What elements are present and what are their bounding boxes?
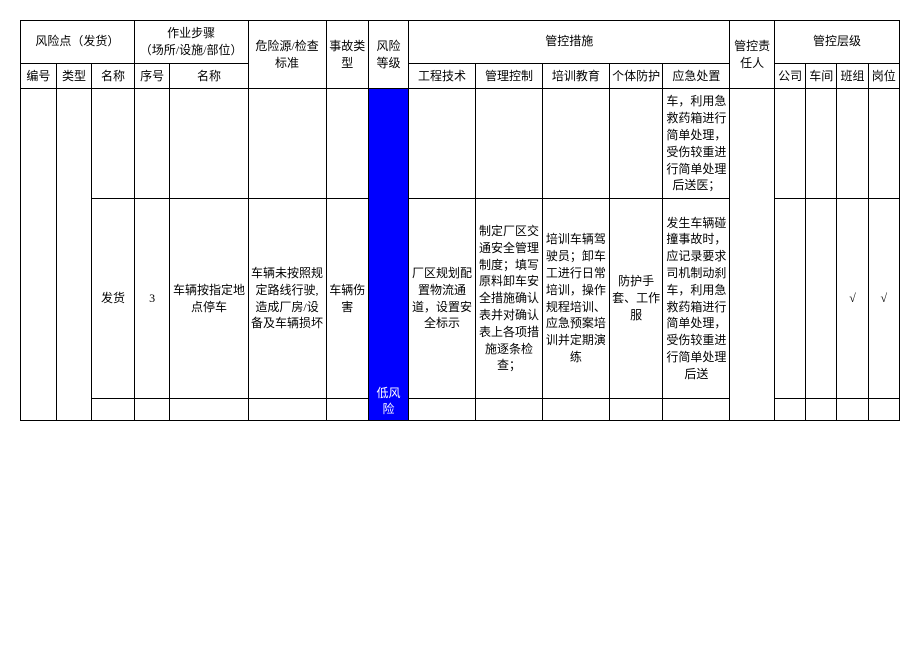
- header-post: 岗位: [868, 63, 899, 89]
- header-hazard-check: 危险源/检查标准: [248, 21, 326, 89]
- cell-post: [868, 89, 899, 199]
- header-name: 名称: [92, 63, 134, 89]
- cell-num: [21, 89, 57, 421]
- cell-team: √: [837, 199, 868, 399]
- header-accident-type: 事故类型: [326, 21, 368, 89]
- table-row: 低风险 车，利用急救药箱进行简单处理，受伤较重进行简单处理后送医；: [21, 89, 900, 199]
- header-workshop: 车间: [806, 63, 837, 89]
- cell-engineering: [409, 399, 476, 421]
- cell-seq: [134, 89, 170, 199]
- cell-management: 制定厂区交通安全管理制度；填写原料卸车安全措施确认表并对确认表上各项措施逐条检查…: [476, 199, 543, 399]
- header-step-name: 名称: [170, 63, 248, 89]
- header-emergency: 应急处置: [663, 63, 730, 89]
- cell-company: [774, 199, 805, 399]
- header-control-measures: 管控措施: [409, 21, 730, 64]
- cell-risk-level: 低风险: [368, 89, 408, 421]
- header-ppe: 个体防护: [609, 63, 663, 89]
- cell-ppe: [609, 89, 663, 199]
- header-team: 班组: [837, 63, 868, 89]
- cell-name: [92, 399, 134, 421]
- cell-engineering: 厂区规划配置物流通道，设置安全标示: [409, 199, 476, 399]
- cell-management: [476, 89, 543, 199]
- cell-emergency: [663, 399, 730, 421]
- cell-emergency: 车，利用急救药箱进行简单处理，受伤较重进行简单处理后送医；: [663, 89, 730, 199]
- header-risk-point: 风险点（发货）: [21, 21, 135, 64]
- header-engineering: 工程技术: [409, 63, 476, 89]
- cell-step-name: [170, 89, 248, 199]
- cell-seq: 3: [134, 199, 170, 399]
- cell-company: [774, 89, 805, 199]
- header-seq: 序号: [134, 63, 170, 89]
- header-risk-level: 风险等级: [368, 21, 408, 89]
- cell-training: [542, 399, 609, 421]
- cell-training: 培训车辆驾驶员；卸车工进行日常培训，操作规程培训、应急预案培训并定期演练: [542, 199, 609, 399]
- header-company: 公司: [774, 63, 805, 89]
- header-work-steps: 作业步骤 （场所/设施/部位）: [134, 21, 248, 64]
- cell-team: [837, 399, 868, 421]
- cell-step-name: 车辆按指定地点停车: [170, 199, 248, 399]
- cell-workshop: [806, 399, 837, 421]
- header-responsible: 管控责任人: [730, 21, 775, 89]
- cell-seq: [134, 399, 170, 421]
- header-type: 类型: [56, 63, 92, 89]
- header-control-level: 管控层级: [774, 21, 899, 64]
- cell-hazard: [248, 89, 326, 199]
- cell-post: √: [868, 199, 899, 399]
- cell-training: [542, 89, 609, 199]
- cell-step-name: [170, 399, 248, 421]
- cell-engineering: [409, 89, 476, 199]
- cell-name: [92, 89, 134, 199]
- cell-management: [476, 399, 543, 421]
- cell-hazard: [248, 399, 326, 421]
- cell-emergency: 发生车辆碰撞事故时，应记录要求司机制动刹车，利用急救药箱进行简单处理，受伤较重进…: [663, 199, 730, 399]
- cell-workshop: [806, 199, 837, 399]
- cell-responsible: [730, 89, 775, 421]
- header-num: 编号: [21, 63, 57, 89]
- header-management: 管理控制: [476, 63, 543, 89]
- cell-post: [868, 399, 899, 421]
- cell-company: [774, 399, 805, 421]
- header-training: 培训教育: [542, 63, 609, 89]
- cell-ppe: 防护手套、工作服: [609, 199, 663, 399]
- cell-ppe: [609, 399, 663, 421]
- cell-accident: [326, 399, 368, 421]
- cell-team: [837, 89, 868, 199]
- cell-accident: 车辆伤害: [326, 199, 368, 399]
- cell-workshop: [806, 89, 837, 199]
- cell-name: 发货: [92, 199, 134, 399]
- cell-hazard: 车辆未按照规定路线行驶,造成厂房/设备及车辆损坏: [248, 199, 326, 399]
- cell-type: [56, 89, 92, 421]
- cell-accident: [326, 89, 368, 199]
